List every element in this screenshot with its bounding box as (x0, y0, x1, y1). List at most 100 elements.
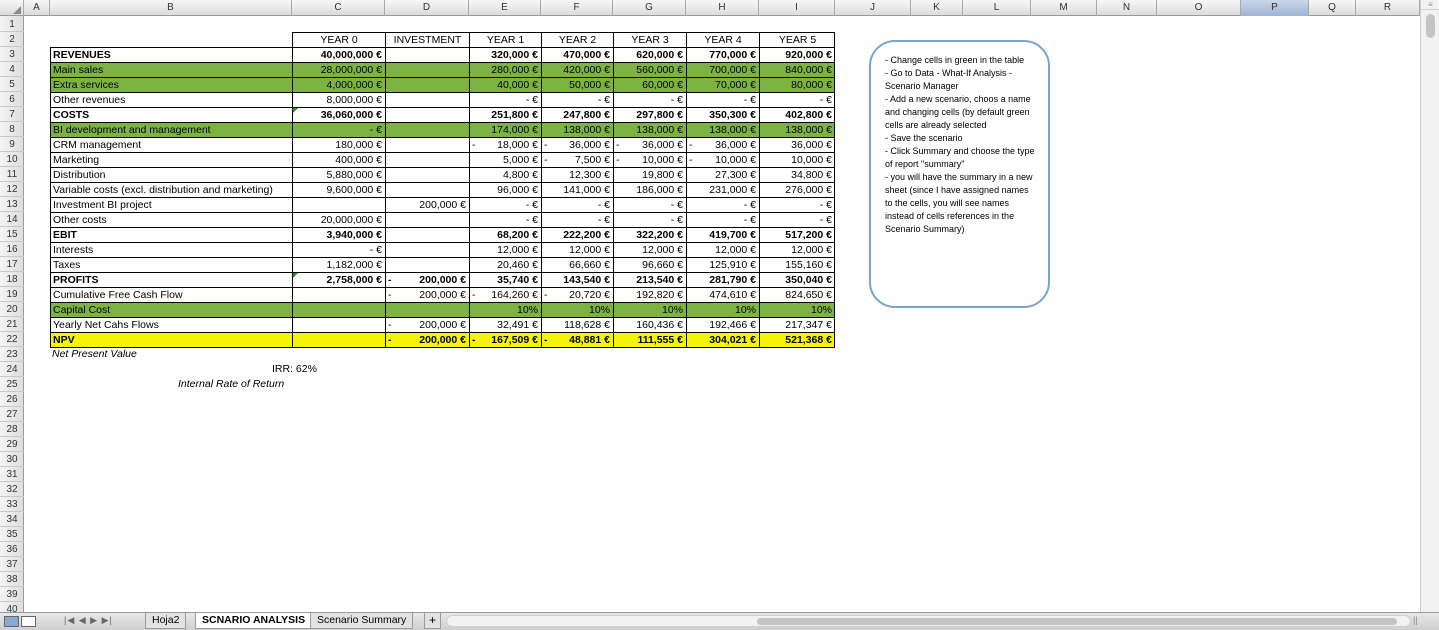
value-cell-c[interactable]: 9,600,000 € (292, 182, 385, 197)
column-header-q[interactable]: Q (1309, 0, 1356, 16)
value-cell-g[interactable]: 10,000 € - (613, 152, 686, 167)
value-cell-e[interactable]: 35,740 € (469, 272, 541, 287)
column-header-h[interactable]: H (686, 0, 759, 16)
value-cell-h[interactable]: 281,790 € (686, 272, 759, 287)
value-cell-f[interactable]: 222,200 € (541, 227, 613, 242)
column-header-c[interactable]: C (292, 0, 385, 16)
row-label[interactable]: Investment BI project (50, 197, 292, 212)
value-cell-h[interactable]: 10% (686, 302, 759, 317)
value-cell-h[interactable]: 36,000 € - (686, 137, 759, 152)
column-header-g[interactable]: G (613, 0, 686, 16)
add-sheet-button[interactable]: + (424, 613, 441, 629)
value-cell-c[interactable] (292, 287, 385, 302)
value-cell-c[interactable]: - € (292, 122, 385, 137)
value-cell-f[interactable]: 12,300 € (541, 167, 613, 182)
column-header-p[interactable]: P (1241, 0, 1309, 16)
table-header-cell[interactable]: INVESTMENT (385, 32, 469, 47)
row-label[interactable]: Other costs (50, 212, 292, 227)
value-cell-d[interactable] (385, 122, 469, 137)
value-cell-f[interactable]: 420,000 € (541, 62, 613, 77)
value-cell-c[interactable] (292, 317, 385, 332)
value-cell-d[interactable] (385, 107, 469, 122)
value-cell-d[interactable]: 200,000 € - (385, 272, 469, 287)
row-header-20[interactable]: 20 (0, 302, 24, 317)
spreadsheet-grid[interactable]: - Change cells in green in the table - Go… (24, 16, 1420, 612)
row-label[interactable]: EBIT (50, 227, 292, 242)
value-cell-e[interactable]: 164,260 € - (469, 287, 541, 302)
value-cell-c[interactable]: 4,000,000 € (292, 77, 385, 92)
row-header-24[interactable]: 24 (0, 362, 24, 377)
value-cell-d[interactable]: 200,000 € - (385, 317, 469, 332)
row-header-7[interactable]: 7 (0, 107, 24, 122)
value-cell-h[interactable]: - € (686, 212, 759, 227)
value-cell-f[interactable]: 36,000 € - (541, 137, 613, 152)
row-label[interactable]: CRM management (50, 137, 292, 152)
value-cell-d[interactable] (385, 92, 469, 107)
instructions-note[interactable]: - Change cells in green in the table - Go… (869, 40, 1050, 308)
value-cell-i[interactable]: 920,000 € (759, 47, 835, 62)
column-header-o[interactable]: O (1157, 0, 1241, 16)
row-label[interactable]: REVENUES (50, 47, 292, 62)
value-cell-g[interactable]: 12,000 € (613, 242, 686, 257)
row-header-26[interactable]: 26 (0, 392, 24, 407)
value-cell-c[interactable]: 8,000,000 € (292, 92, 385, 107)
value-cell-g[interactable]: 560,000 € (613, 62, 686, 77)
value-cell-f[interactable]: 66,660 € (541, 257, 613, 272)
row-label[interactable]: Marketing (50, 152, 292, 167)
value-cell-i[interactable]: 80,000 € (759, 77, 835, 92)
value-cell-h[interactable]: 700,000 € (686, 62, 759, 77)
value-cell-c[interactable]: 40,000,000 € (292, 47, 385, 62)
row-header-2[interactable]: 2 (0, 32, 24, 47)
value-cell-h[interactable]: 27,300 € (686, 167, 759, 182)
row-header-10[interactable]: 10 (0, 152, 24, 167)
value-cell-f[interactable]: 118,628 € (541, 317, 613, 332)
table-header-cell[interactable]: YEAR 4 (686, 32, 759, 47)
value-cell-i[interactable]: 138,000 € (759, 122, 835, 137)
row-header-21[interactable]: 21 (0, 317, 24, 332)
value-cell-h[interactable]: 231,000 € (686, 182, 759, 197)
value-cell-i[interactable]: 10% (759, 302, 835, 317)
value-cell-d[interactable] (385, 62, 469, 77)
value-cell-e[interactable]: 96,000 € (469, 182, 541, 197)
vertical-scroll-thumb[interactable] (1426, 14, 1435, 38)
row-label[interactable]: Taxes (50, 257, 292, 272)
value-cell-h[interactable]: 304,021 € (686, 332, 759, 347)
value-cell-g[interactable]: 111,555 € (613, 332, 686, 347)
value-cell-f[interactable]: 7,500 € - (541, 152, 613, 167)
value-cell-d[interactable]: 200,000 € - (385, 332, 469, 347)
row-header-38[interactable]: 38 (0, 572, 24, 587)
row-label[interactable]: Yearly Net Cahs Flows (50, 317, 292, 332)
value-cell-g[interactable]: 96,660 € (613, 257, 686, 272)
table-header-cell[interactable]: YEAR 5 (759, 32, 835, 47)
row-header-17[interactable]: 17 (0, 257, 24, 272)
select-all-corner[interactable] (0, 0, 24, 16)
value-cell-i[interactable]: 276,000 € (759, 182, 835, 197)
row-header-23[interactable]: 23 (0, 347, 24, 362)
value-cell-e[interactable]: 174,000 € (469, 122, 541, 137)
column-header-i[interactable]: I (759, 0, 835, 16)
table-header-cell[interactable]: YEAR 1 (469, 32, 541, 47)
vertical-scrollbar[interactable]: ≡ (1420, 0, 1439, 612)
sheet-tab-2[interactable]: SCNARIO ANALYSIS (195, 613, 313, 629)
value-cell-f[interactable]: 50,000 € (541, 77, 613, 92)
value-cell-c[interactable]: - € (292, 242, 385, 257)
row-header-6[interactable]: 6 (0, 92, 24, 107)
value-cell-h[interactable]: - € (686, 92, 759, 107)
value-cell-h[interactable]: 419,700 € (686, 227, 759, 242)
value-cell-e[interactable]: 32,491 € (469, 317, 541, 332)
value-cell-f[interactable]: - € (541, 92, 613, 107)
value-cell-c[interactable] (292, 302, 385, 317)
value-cell-f[interactable]: 141,000 € (541, 182, 613, 197)
value-cell-i[interactable]: 10,000 € (759, 152, 835, 167)
value-cell-c[interactable] (292, 332, 385, 347)
row-label[interactable]: Distribution (50, 167, 292, 182)
row-header-39[interactable]: 39 (0, 587, 24, 602)
value-cell-c[interactable] (292, 197, 385, 212)
horizontal-scrollbar[interactable] (446, 615, 1411, 627)
row-label[interactable]: Variable costs (excl. distribution and m… (50, 182, 292, 197)
value-cell-e[interactable]: - € (469, 212, 541, 227)
row-header-32[interactable]: 32 (0, 482, 24, 497)
value-cell-d[interactable] (385, 137, 469, 152)
row-header-14[interactable]: 14 (0, 212, 24, 227)
column-header-n[interactable]: N (1097, 0, 1157, 16)
